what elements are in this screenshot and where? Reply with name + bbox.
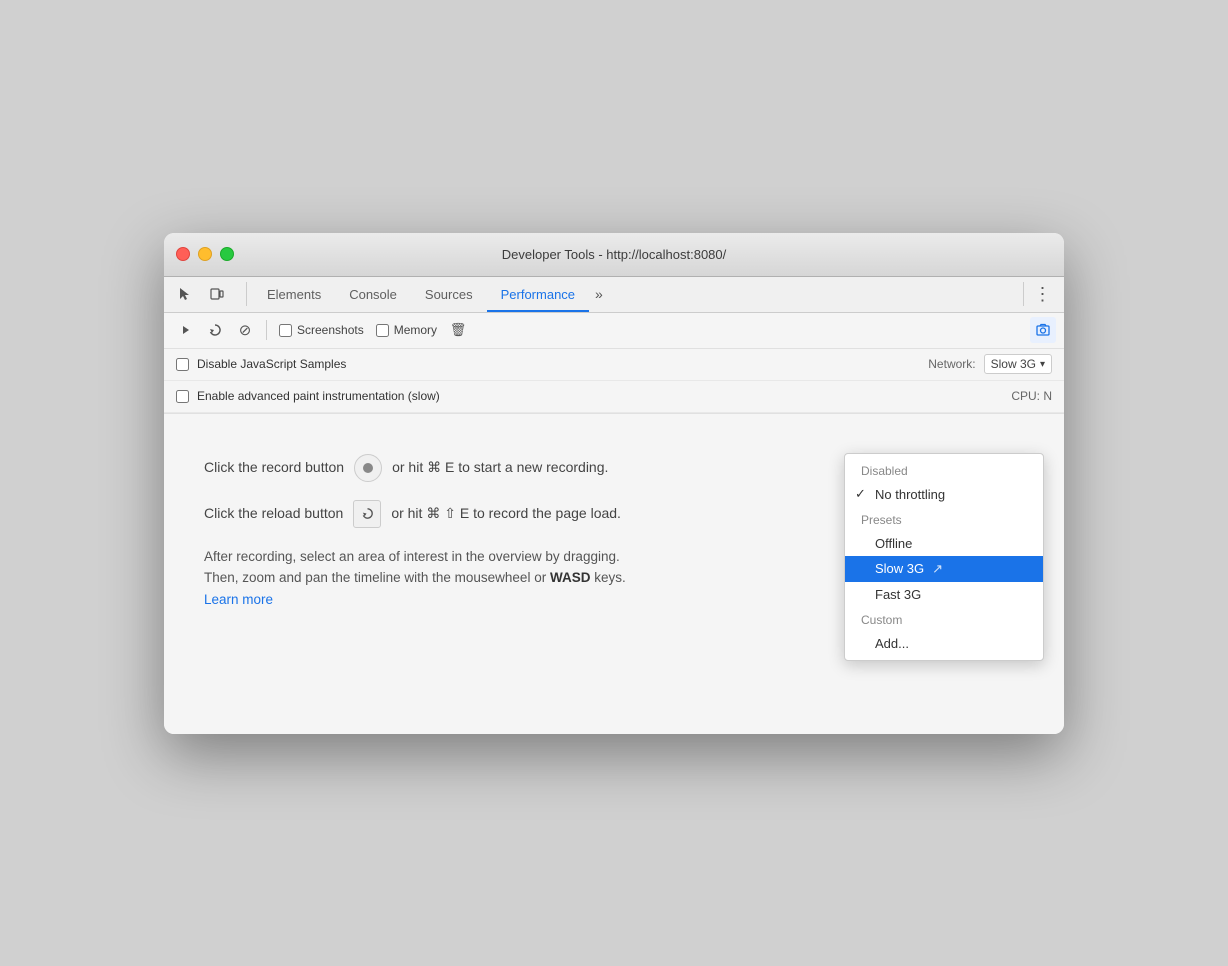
devtools-window: Developer Tools - http://localhost:8080/… (164, 233, 1064, 734)
dropdown-disabled-header: Disabled (845, 458, 1043, 482)
disable-js-samples-label: Disable JavaScript Samples (197, 357, 920, 371)
settings-row-2: Enable advanced paint instrumentation (s… (164, 381, 1064, 413)
tab-more-button[interactable]: » (589, 276, 609, 312)
tabbar-end-divider (1023, 282, 1024, 306)
titlebar: Developer Tools - http://localhost:8080/ (164, 233, 1064, 277)
clear-button[interactable]: ⊘ (232, 317, 258, 343)
performance-toolbar: ⊘ Screenshots Memory 🗑 (164, 313, 1064, 349)
memory-checkbox[interactable]: Memory (372, 323, 441, 337)
cpu-row-right: CPU: N (1011, 389, 1052, 403)
close-button[interactable] (176, 247, 190, 261)
more-options-button[interactable]: ⋮ (1030, 281, 1056, 307)
minimize-button[interactable] (198, 247, 212, 261)
tab-elements[interactable]: Elements (253, 276, 335, 312)
tab-divider (246, 282, 247, 306)
clear-recordings-button[interactable]: 🗑 (445, 317, 471, 343)
reload-record-button[interactable] (202, 317, 228, 343)
record-shortcut-text: or hit ⌘ E to start a new recording. (392, 456, 608, 478)
dropdown-fast-3g[interactable]: Fast 3G (845, 582, 1043, 607)
window-title: Developer Tools - http://localhost:8080/ (502, 247, 727, 262)
advanced-paint-label: Enable advanced paint instrumentation (s… (197, 389, 1003, 403)
maximize-button[interactable] (220, 247, 234, 261)
cursor-pointer: ↗ (932, 561, 943, 577)
advanced-paint-checkbox[interactable] (176, 390, 189, 403)
tab-performance[interactable]: Performance (487, 276, 589, 312)
network-label: Network: (928, 357, 975, 371)
dropdown-custom-header: Custom (845, 607, 1043, 631)
record-inline-button[interactable] (354, 454, 382, 482)
reload-shortcut-text: or hit ⌘ ⇧ E to record the page load. (391, 502, 621, 524)
learn-more-link[interactable]: Learn more (204, 592, 273, 607)
disable-js-samples-checkbox[interactable] (176, 358, 189, 371)
reload-inline-button[interactable] (353, 500, 381, 528)
device-toolbar-icon[interactable] (204, 281, 230, 307)
traffic-lights (176, 247, 234, 261)
network-throttling-dropdown[interactable]: Slow 3G ▾ (984, 354, 1052, 374)
record-button[interactable] (172, 317, 198, 343)
dropdown-no-throttling[interactable]: No throttling (845, 482, 1043, 507)
toolbar-divider-1 (266, 320, 267, 340)
reload-hint-text: Click the reload button (204, 502, 343, 524)
settings-row-1: Disable JavaScript Samples Network: Slow… (164, 349, 1064, 381)
tab-console[interactable]: Console (335, 276, 411, 312)
hint-text-block: After recording, select an area of inter… (204, 546, 884, 611)
network-dropdown-menu: Disabled No throttling Presets Offline S… (844, 453, 1044, 661)
capture-icon (1030, 317, 1056, 343)
info-text-1: After recording, select an area of inter… (204, 549, 626, 586)
tabbar: Elements Console Sources Performance » ⋮ (164, 277, 1064, 313)
dropdown-offline[interactable]: Offline (845, 531, 1043, 556)
devtools-icons (172, 281, 230, 307)
memory-checkbox-input[interactable] (376, 324, 389, 337)
dropdown-slow-3g[interactable]: Slow 3G ↗ (845, 556, 1043, 582)
dropdown-presets-header: Presets (845, 507, 1043, 531)
screenshots-checkbox[interactable]: Screenshots (275, 323, 368, 337)
cpu-label: CPU: N (1011, 389, 1052, 403)
tab-sources[interactable]: Sources (411, 276, 487, 312)
record-hint-text: Click the record button (204, 456, 344, 478)
cursor-icon[interactable] (172, 281, 198, 307)
settings-area: Disable JavaScript Samples Network: Slow… (164, 349, 1064, 414)
screenshots-checkbox-input[interactable] (279, 324, 292, 337)
dropdown-add[interactable]: Add... (845, 631, 1043, 656)
network-row-right: Network: Slow 3G ▾ (928, 354, 1052, 374)
